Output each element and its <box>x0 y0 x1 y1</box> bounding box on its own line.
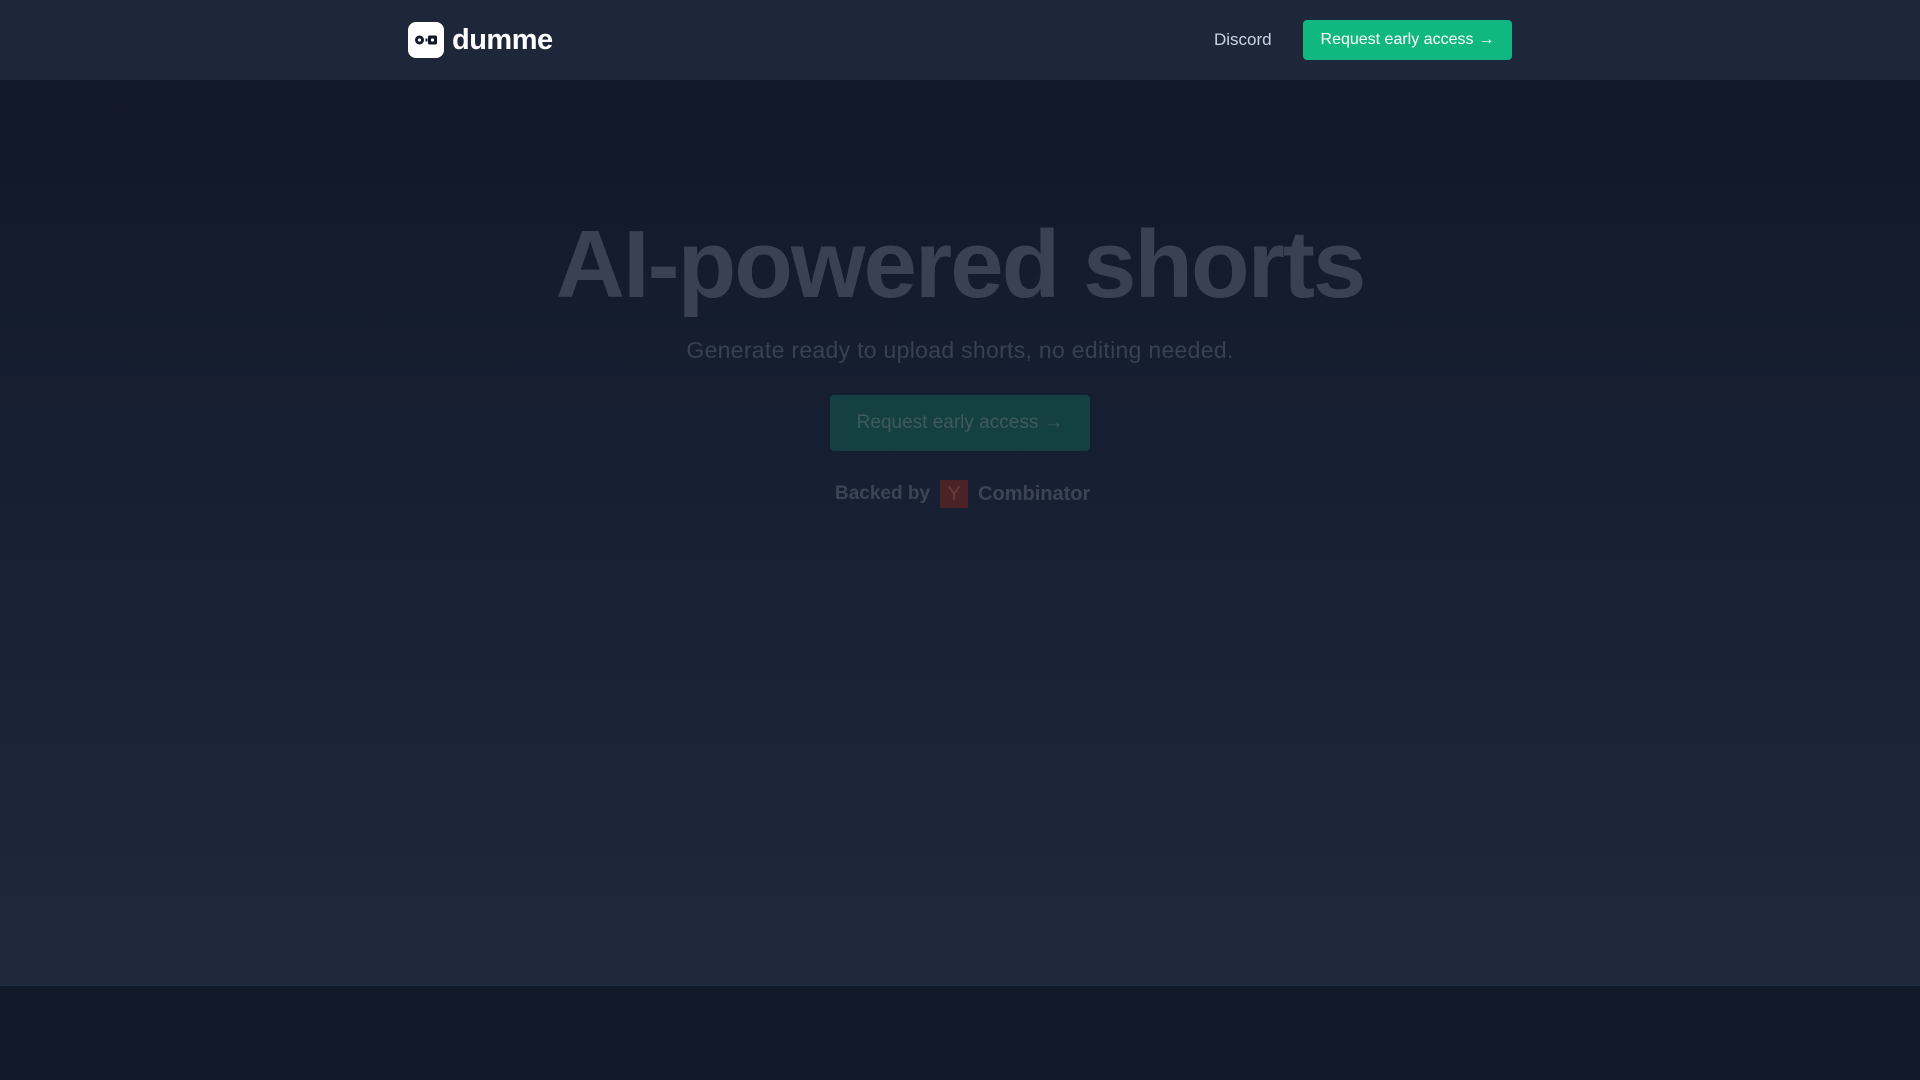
brand-home-link[interactable]: dumme <box>408 22 553 58</box>
y-combinator-logo-icon: Y <box>940 480 969 508</box>
top-navbar: dumme Discord Request early access → <box>0 0 1920 80</box>
discord-link[interactable]: Discord <box>1214 28 1272 52</box>
request-early-access-label: Request early access <box>1320 31 1474 48</box>
hero-cta-label: Request early access <box>856 412 1039 433</box>
page: dumme Discord Request early access → AI-… <box>0 0 1920 1080</box>
request-early-access-button[interactable]: Request early access → <box>1303 20 1512 60</box>
arrow-right-icon: → <box>1044 412 1064 433</box>
arrow-right-icon: → <box>1478 31 1495 48</box>
hero-subtitle: Generate ready to upload shorts, no edit… <box>686 337 1234 363</box>
backed-by: Backed by Y Combinator <box>835 479 1090 509</box>
hero-request-early-access-button[interactable]: Request early access → <box>830 395 1090 451</box>
backer-name: Combinator <box>978 482 1091 505</box>
brand-name: dumme <box>452 24 553 56</box>
hero-section: AI-powered shorts Generate ready to uplo… <box>0 80 1920 986</box>
backed-by-label: Backed by <box>835 483 931 504</box>
hero-title: AI-powered shorts <box>555 211 1367 318</box>
robot-face-icon <box>408 22 444 58</box>
